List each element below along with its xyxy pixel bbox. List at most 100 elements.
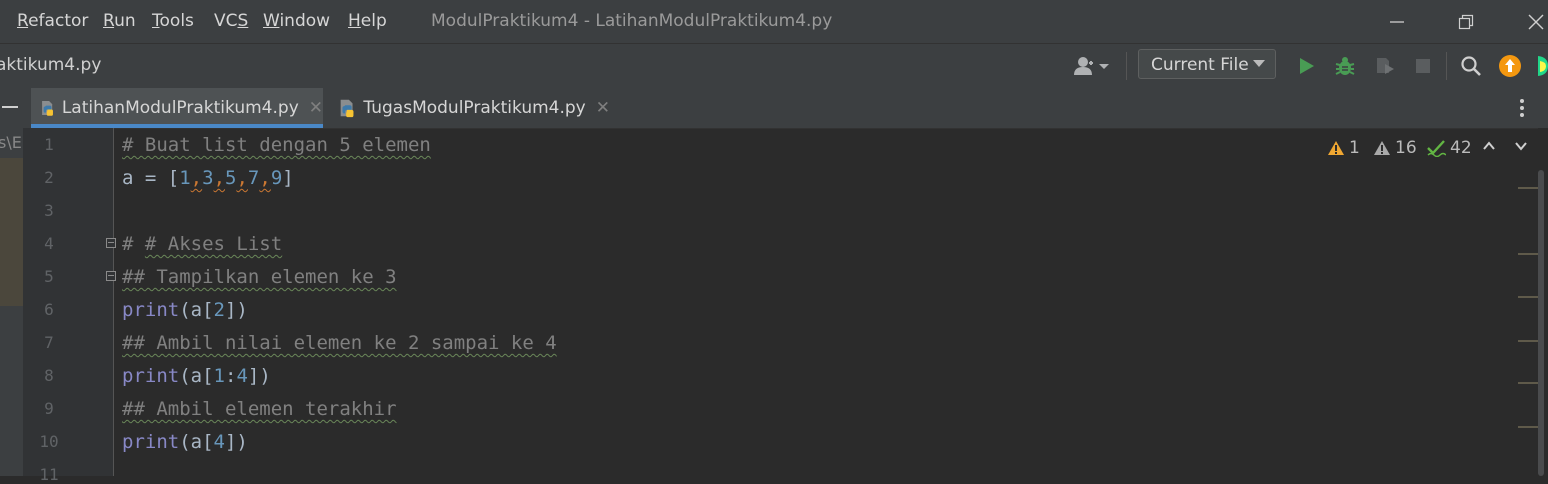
code-token: ] [282, 167, 294, 189]
code-token: ]) [247, 365, 271, 387]
project-path-fragment: s\E [0, 133, 22, 152]
close-tab-icon[interactable]: ✕ [309, 98, 323, 118]
code-token: : [224, 365, 237, 387]
menu-help[interactable]: Help [348, 11, 387, 31]
restore-icon[interactable] [1444, 6, 1488, 38]
error-count: 1 [1349, 138, 1360, 158]
code-line-1[interactable]: # Buat list dengan 5 elemen [122, 134, 431, 156]
fold-marker-icon[interactable] [106, 271, 116, 281]
scrollbar-thumb[interactable] [1538, 170, 1544, 476]
ide-logo-icon [1534, 53, 1548, 79]
line-number: 11 [39, 465, 59, 484]
code-number: 4 [236, 365, 248, 387]
navigation-toolbar: aktikum4.py Current File [0, 43, 1548, 89]
debug-icon[interactable] [1332, 53, 1358, 79]
more-vertical-icon[interactable] [1512, 96, 1532, 120]
error-stripe-marker[interactable] [1518, 296, 1538, 298]
python-file-icon [340, 99, 354, 118]
update-icon[interactable] [1497, 53, 1523, 79]
menu-refactor[interactable]: Refactor [17, 11, 88, 31]
code-number: 3 [202, 167, 214, 189]
code-line-2[interactable]: a = [1,3,5,7,9] [122, 167, 294, 189]
tab-label: TugasModulPraktikum4.py [363, 98, 586, 118]
inspection-warnings[interactable]: 16 [1373, 138, 1417, 158]
inspection-typos[interactable]: 42 [1426, 138, 1472, 158]
error-stripe-marker[interactable] [1518, 382, 1538, 384]
code-line-7[interactable]: ## Ambil nilai elemen ke 2 sampai ke 4 [122, 332, 557, 354]
code-token: (a[ [179, 299, 214, 321]
code-line-4[interactable]: # # Akses List [122, 233, 282, 255]
python-file-icon [41, 101, 53, 116]
code-number: 4 [213, 431, 225, 453]
run-icon[interactable] [1293, 53, 1319, 79]
error-icon [1328, 141, 1344, 155]
error-stripe-marker[interactable] [1518, 187, 1538, 189]
close-icon[interactable] [1514, 6, 1548, 38]
line-number: 9 [44, 399, 54, 418]
comment: ## Ambil elemen terakhir [122, 398, 397, 420]
coverage-icon[interactable] [1372, 53, 1398, 79]
tab-latihanmodulpraktikum4[interactable]: LatihanModulPraktikum4.py ✕ [31, 88, 323, 128]
code-number: 2 [213, 299, 225, 321]
title-bar: Refactor Run Tools VCS Window Help Modul… [0, 0, 1548, 43]
minimize-icon[interactable] [1375, 6, 1419, 38]
tab-tugasmodulpraktikum4[interactable]: TugasModulPraktikum4.py ✕ [330, 88, 610, 128]
line-number: 10 [39, 432, 59, 451]
tab-label: LatihanModulPraktikum4.py [61, 98, 299, 118]
code-token: (a[ [179, 431, 214, 453]
line-number: 2 [44, 168, 54, 187]
inspection-errors[interactable]: 1 [1327, 138, 1360, 158]
code-number: 1 [213, 365, 225, 387]
code-line-10[interactable]: print(a[4]) [122, 431, 248, 453]
warning-count: 16 [1395, 138, 1417, 158]
line-number: 6 [44, 300, 54, 319]
menu-vcs[interactable]: VCS [214, 11, 248, 31]
error-stripe-marker[interactable] [1518, 340, 1538, 342]
chevron-down-icon [1253, 60, 1265, 67]
line-number: 7 [44, 333, 54, 352]
error-stripe-marker[interactable] [1518, 253, 1538, 255]
breadcrumb[interactable]: aktikum4.py [0, 55, 101, 75]
code-number: 1 [179, 167, 191, 189]
line-number: 3 [44, 201, 54, 220]
code-number: 7 [247, 167, 260, 189]
code-builtin: print [122, 365, 180, 387]
close-tab-icon[interactable]: ✕ [596, 98, 610, 118]
project-collapse-area [0, 88, 23, 128]
run-configuration-label: Current File [1151, 55, 1249, 75]
user-icon[interactable] [1071, 53, 1113, 79]
ok-count: 42 [1450, 138, 1472, 158]
menu-run[interactable]: Run [103, 11, 136, 31]
line-number: 1 [44, 135, 54, 154]
menu-tools[interactable]: Tools [152, 11, 194, 31]
editor-tabs: LatihanModulPraktikum4.py ✕ TugasModulPr… [0, 88, 1548, 129]
code-token: (a[ [179, 365, 214, 387]
project-selection [0, 158, 23, 306]
fold-marker-icon[interactable] [106, 238, 116, 248]
comment: ## Ambil nilai elemen ke 2 sampai ke 4 [122, 332, 557, 354]
code-line-8[interactable]: print(a[1:4]) [122, 365, 271, 387]
code-token: ]) [224, 299, 248, 321]
code-builtin: print [122, 299, 180, 321]
code-line-6[interactable]: print(a[2]) [122, 299, 248, 321]
code-builtin: print [122, 431, 180, 453]
code-line-5[interactable]: ## Tampilkan elemen ke 3 [122, 266, 397, 288]
error-stripe-marker[interactable] [1518, 426, 1538, 428]
search-icon[interactable] [1458, 53, 1484, 79]
code-token: a = [ [122, 167, 180, 189]
previous-problem-icon[interactable] [1481, 138, 1501, 154]
code-line-9[interactable]: ## Ambil elemen terakhir [122, 398, 397, 420]
check-icon [1427, 140, 1446, 157]
window-title: ModulPraktikum4 - LatihanModulPraktikum4… [431, 11, 833, 31]
code-number: 9 [270, 167, 283, 189]
comment: ## Tampilkan elemen ke 3 [122, 266, 397, 288]
next-problem-icon[interactable] [1513, 138, 1533, 154]
menu-window[interactable]: Window [263, 11, 330, 31]
line-number: 5 [44, 267, 54, 286]
run-configuration-select[interactable]: Current File [1138, 49, 1276, 79]
code-number: 5 [225, 167, 237, 189]
comment: # Buat list dengan 5 elemen [122, 134, 431, 156]
line-number: 8 [44, 366, 54, 385]
code-token: ]) [224, 431, 248, 453]
stop-icon[interactable] [1410, 53, 1436, 79]
